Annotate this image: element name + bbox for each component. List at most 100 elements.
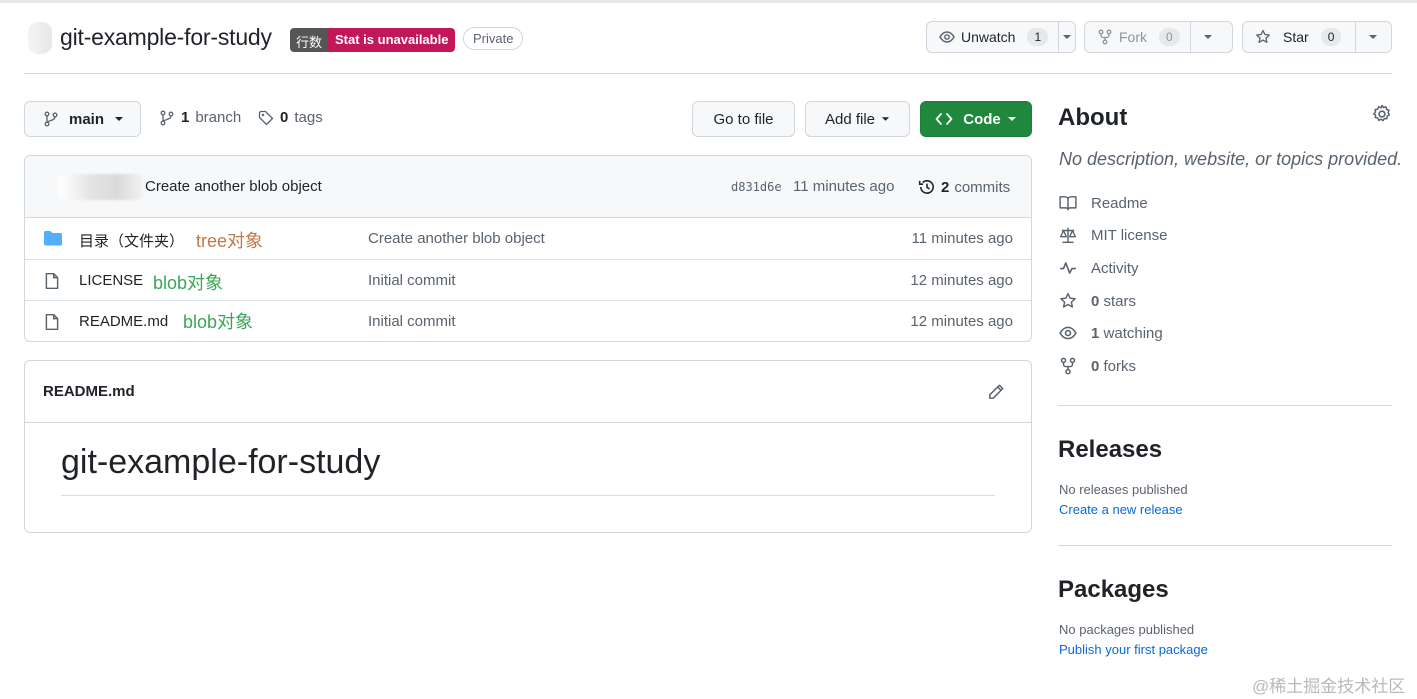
star-counter: 0 (1320, 28, 1342, 46)
watermark: @稀土掘金技术社区 (1252, 677, 1406, 696)
caret-down-icon (881, 117, 890, 121)
activity-link-label: Activity (1091, 259, 1139, 277)
readme-link[interactable]: Readme (1059, 194, 1148, 212)
stars-link[interactable]: 0 stars (1059, 292, 1136, 310)
file-commit-age: 12 minutes ago (910, 313, 1013, 330)
about-description: No description, website, or topics provi… (1059, 149, 1403, 169)
visibility-badge: Private (463, 27, 524, 50)
watch-options-dropdown[interactable] (1059, 22, 1075, 52)
eye-icon (1059, 326, 1077, 340)
caret-down-icon (115, 117, 124, 121)
top-border (0, 0, 1417, 3)
fork-button-group: Fork 0 (1084, 21, 1233, 53)
eye-icon (939, 31, 955, 43)
latest-commit-message[interactable]: Create another blob object (145, 178, 322, 195)
add-file-label: Add file (824, 110, 876, 128)
code-label: Code (963, 110, 1001, 128)
packages-empty-text: No packages published (1059, 622, 1195, 637)
star-icon (1060, 292, 1076, 308)
publish-package-link[interactable]: Publish your first package (1059, 642, 1208, 657)
file-icon (45, 272, 59, 289)
file-name-link[interactable]: README.md (79, 313, 168, 330)
caret-down-icon (1369, 35, 1378, 39)
star-lists-dropdown[interactable] (1356, 22, 1390, 52)
git-branch-icon (160, 110, 174, 125)
forks-link[interactable]: 0 forks (1059, 357, 1136, 375)
history-icon (918, 180, 934, 194)
caret-down-icon (1007, 117, 1016, 121)
stat-badge-label: 行数 (290, 28, 329, 52)
about-title: About (1058, 104, 1128, 131)
releases-empty-text: No releases published (1059, 482, 1188, 497)
unwatch-button-group: Unwatch 1 (926, 21, 1076, 53)
latest-commit-sha[interactable]: d831d6e (731, 180, 782, 194)
branch-selector-button[interactable]: main (24, 101, 141, 137)
readme-heading: git-example-for-study (61, 443, 381, 481)
file-commit-message[interactable]: Initial commit (368, 272, 456, 289)
tags-link[interactable]: 0 tags (258, 109, 323, 126)
folder-icon (44, 231, 62, 246)
commit-count: 2 (941, 178, 950, 196)
forks-word: forks (1103, 357, 1137, 375)
forks-count: 0 (1091, 357, 1100, 375)
sidebar-divider (1058, 405, 1392, 406)
watching-count: 1 (1091, 324, 1100, 342)
star-button-group: Star 0 (1242, 21, 1392, 53)
pulse-icon (1060, 262, 1076, 274)
owner-avatar[interactable] (28, 22, 52, 54)
file-name-link[interactable]: LICENSE (79, 272, 143, 289)
stars-count: 0 (1091, 292, 1100, 310)
code-button[interactable]: Code (920, 101, 1032, 137)
file-icon (45, 313, 59, 331)
caret-down-icon (1203, 35, 1212, 39)
book-icon (1059, 196, 1077, 211)
activity-link[interactable]: Activity (1059, 259, 1139, 277)
branch-count: 1 (181, 109, 190, 126)
file-commit-message[interactable]: Initial commit (368, 313, 456, 330)
commit-history-link[interactable]: 2 commits (918, 178, 1010, 196)
code-icon (935, 113, 953, 125)
pencil-icon[interactable] (987, 383, 1005, 401)
file-row[interactable]: LICENSE blob对象 Initial commit 12 minutes… (25, 260, 1031, 301)
stars-word: stars (1103, 292, 1137, 310)
law-scale-icon (1060, 227, 1076, 244)
latest-commit-bar: Create another blob object d831d6e 11 mi… (25, 156, 1031, 218)
repo-name-link[interactable]: git-example-for-study (60, 24, 272, 51)
watch-counter: 1 (1027, 28, 1049, 46)
annotation-note: blob对象 (183, 312, 254, 332)
star-label: Star (1283, 29, 1309, 45)
annotation-note: tree对象 (196, 231, 264, 251)
file-commit-age: 11 minutes ago (911, 230, 1013, 247)
releases-title[interactable]: Releases (1058, 436, 1392, 464)
branches-link[interactable]: 1 branch (159, 109, 241, 126)
unwatch-button[interactable]: Unwatch 1 (927, 22, 1060, 52)
commit-count-word: commits (954, 178, 1011, 196)
packages-title[interactable]: Packages (1058, 576, 1392, 604)
add-file-button[interactable]: Add file (805, 101, 910, 137)
file-name-link[interactable]: 目录（文件夹） (79, 230, 184, 251)
repo-header: git-example-for-study 行数 Stat is unavail… (24, 18, 1392, 74)
file-row[interactable]: 目录（文件夹） tree对象 Create another blob objec… (25, 218, 1031, 260)
file-commit-message[interactable]: Create another blob object (368, 230, 545, 247)
create-release-link[interactable]: Create a new release (1059, 502, 1183, 517)
readme-filename[interactable]: README.md (43, 383, 135, 400)
file-row[interactable]: README.md blob对象 Initial commit 12 minut… (25, 301, 1031, 341)
branch-word: branch (195, 109, 242, 126)
gear-icon[interactable] (1372, 104, 1392, 124)
fork-icon (1098, 29, 1112, 45)
readme-header: README.md (25, 361, 1031, 423)
git-branch-icon (44, 111, 58, 127)
fork-options-dropdown[interactable] (1191, 22, 1225, 52)
tag-count: 0 (280, 109, 289, 126)
fork-button[interactable]: Fork 0 (1085, 22, 1191, 52)
current-branch-name: main (69, 110, 105, 128)
file-commit-age: 12 minutes ago (910, 271, 1013, 289)
annotation-note: blob对象 (153, 272, 224, 293)
license-link[interactable]: MIT license (1059, 226, 1167, 244)
committer-avatar-blurred[interactable] (59, 174, 143, 200)
watchers-link[interactable]: 1 watching (1059, 324, 1163, 342)
star-button[interactable]: Star 0 (1243, 22, 1357, 52)
go-to-file-button[interactable]: Go to file (692, 101, 795, 137)
stat-badge: 行数 Stat is unavailable (290, 28, 456, 52)
fork-label: Fork (1119, 29, 1147, 45)
